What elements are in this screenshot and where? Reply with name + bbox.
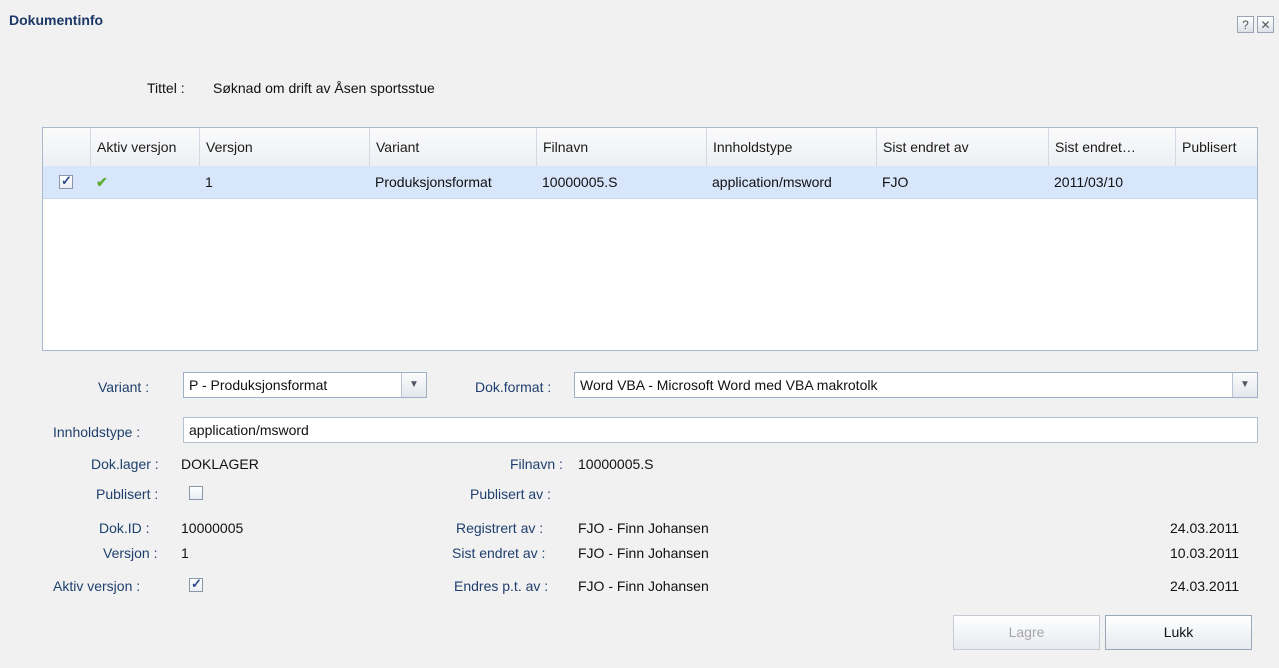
header-innholdstype[interactable]: Innholdstype — [706, 128, 876, 166]
cell-sist-endret: 2011/03/10 — [1054, 174, 1124, 190]
cell-sist-endret-av: FJO — [882, 174, 909, 190]
sist-endret-value: FJO - Finn Johansen — [578, 545, 709, 561]
tittel-value: Søknad om drift av Åsen sportsstue — [213, 80, 435, 96]
chevron-down-icon[interactable]: ▼ — [1232, 373, 1257, 397]
tittel-label: Tittel : — [147, 80, 185, 96]
endres-label: Endres p.t. av : — [454, 578, 549, 594]
cell-innholdstype: application/msword — [712, 174, 832, 190]
dokid-value: 10000005 — [181, 520, 244, 536]
header-variant[interactable]: Variant — [369, 128, 536, 166]
doklager-value: DOKLAGER — [181, 456, 259, 472]
row-select-checkbox[interactable]: ✓ — [59, 173, 73, 189]
endres-value: FJO - Finn Johansen — [578, 578, 709, 594]
variant-label: Variant : — [98, 379, 150, 395]
registrert-value: FJO - Finn Johansen — [578, 520, 709, 536]
cell-variant: Produksjonsformat — [375, 174, 492, 190]
cell-publisert — [1175, 166, 1257, 198]
header-sist-endret-av[interactable]: Sist endret av — [876, 128, 1048, 166]
dokid-label: Dok.ID : — [99, 520, 150, 536]
aktiv-versjon-checkbox[interactable]: ✓ — [189, 576, 203, 592]
versjon-label: Versjon : — [103, 545, 158, 561]
chevron-down-icon[interactable]: ▼ — [401, 373, 426, 397]
dokformat-label: Dok.format : — [475, 379, 552, 395]
registrert-label: Registrert av : — [456, 520, 544, 536]
checkmark-icon: ✓ — [61, 173, 72, 188]
header-versjon[interactable]: Versjon — [199, 128, 369, 166]
variant-select[interactable]: P - Produksjonsformat ▼ — [183, 372, 427, 398]
cell-versjon: 1 — [205, 174, 213, 190]
header-aktiv-versjon[interactable]: Aktiv versjon — [90, 128, 199, 166]
innholdstype-field-value: application/msword — [189, 422, 309, 438]
grid-header: Aktiv versjon Versjon Variant Filnavn In… — [43, 128, 1257, 167]
publisert-checkbox[interactable] — [189, 486, 203, 500]
cell-aktiv: ✔ — [90, 166, 199, 198]
registrert-date: 24.03.2011 — [1170, 520, 1240, 536]
dokumentinfo-dialog: Dokumentinfo ? ✕ Tittel : Søknad om drif… — [0, 0, 1279, 668]
header-select — [43, 128, 90, 166]
versjon-value: 1 — [181, 545, 189, 561]
dokformat-select-value: Word VBA - Microsoft Word med VBA makrot… — [580, 377, 878, 393]
dialog-title: Dokumentinfo — [9, 12, 104, 28]
header-filnavn[interactable]: Filnavn — [536, 128, 706, 166]
endres-date: 24.03.2011 — [1170, 578, 1240, 594]
publisert-label: Publisert : — [96, 486, 159, 502]
cell-filnavn: 10000005.S — [542, 174, 618, 190]
header-publisert[interactable]: Publisert — [1175, 128, 1257, 166]
filnavn-label: Filnavn : — [510, 456, 563, 472]
close-button[interactable]: ✕ — [1257, 16, 1274, 33]
doklager-label: Dok.lager : — [91, 456, 159, 472]
sist-endret-date: 10.03.2011 — [1170, 545, 1240, 561]
lagre-button[interactable]: Lagre — [953, 615, 1100, 650]
publisert-av-label: Publisert av : — [470, 486, 551, 502]
innholdstype-field[interactable]: application/msword — [183, 417, 1258, 443]
lukk-button[interactable]: Lukk — [1105, 615, 1252, 650]
header-sist-endret[interactable]: Sist endret… — [1048, 128, 1175, 166]
title-bar: Dokumentinfo ? ✕ — [0, 0, 1279, 46]
version-grid[interactable]: Aktiv versjon Versjon Variant Filnavn In… — [42, 127, 1258, 351]
innholdstype-label: Innholdstype : — [53, 424, 141, 440]
checkmark-icon: ✓ — [191, 576, 202, 591]
aktiv-versjon-label: Aktiv versjon : — [53, 578, 141, 594]
sist-endret-label: Sist endret av : — [452, 545, 546, 561]
table-row[interactable]: ✓ ✔ 1 Produksjonsformat 10000005.S appli… — [43, 166, 1257, 199]
help-button[interactable]: ? — [1237, 16, 1254, 33]
check-icon: ✔ — [96, 174, 108, 190]
variant-select-value: P - Produksjonsformat — [189, 377, 328, 393]
dokformat-select[interactable]: Word VBA - Microsoft Word med VBA makrot… — [574, 372, 1258, 398]
filnavn-value: 10000005.S — [578, 456, 654, 472]
